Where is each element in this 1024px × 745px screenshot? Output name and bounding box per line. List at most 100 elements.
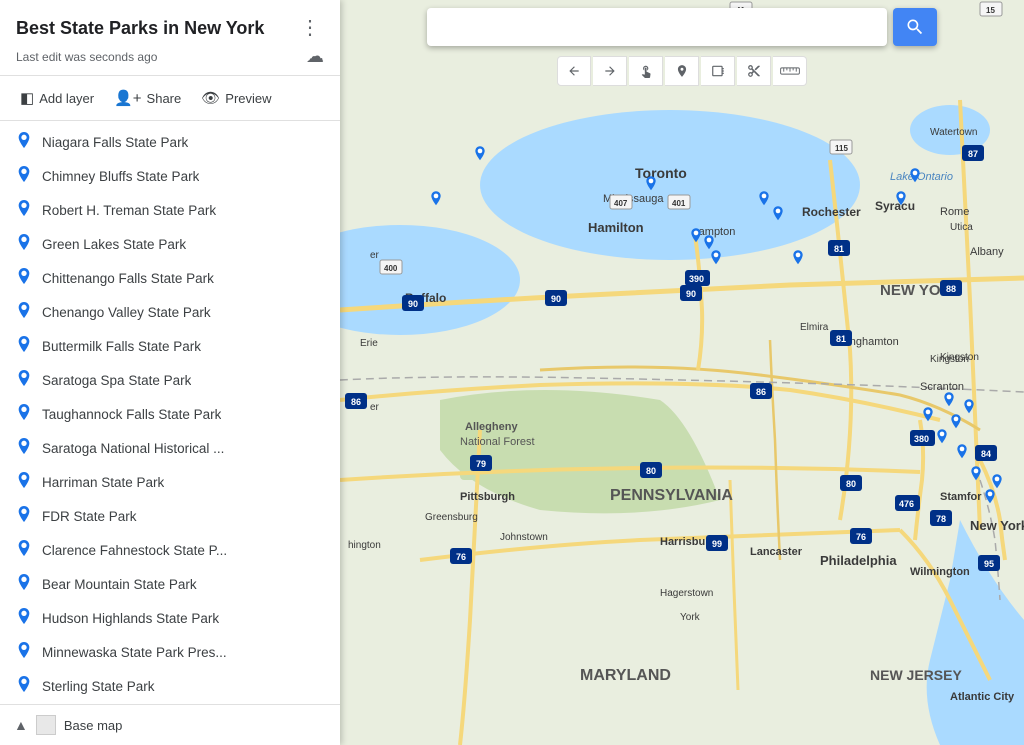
pin-icon (16, 200, 32, 220)
map-pin[interactable] (709, 250, 723, 268)
pin-icon (16, 268, 32, 288)
park-name: Saratoga National Historical ... (42, 441, 224, 456)
svg-text:79: 79 (476, 459, 486, 469)
base-map-expand-button[interactable]: ▲ (14, 717, 28, 733)
svg-text:Stamfor: Stamfor (940, 491, 982, 503)
pin-icon (16, 506, 32, 526)
map-pin[interactable] (962, 399, 976, 417)
svg-text:Rochester: Rochester (802, 205, 861, 219)
map-pin[interactable] (644, 176, 658, 194)
map-pin[interactable] (894, 191, 908, 209)
park-list-item[interactable]: Saratoga National Historical ... (0, 431, 340, 465)
svg-text:380: 380 (914, 434, 929, 444)
pin-icon (16, 472, 32, 492)
park-list-item[interactable]: Harriman State Park (0, 465, 340, 499)
park-list-item[interactable]: Niagara Falls State Park (0, 125, 340, 159)
svg-text:78: 78 (936, 514, 946, 524)
share-label: Share (147, 91, 182, 106)
map-pin[interactable] (908, 168, 922, 186)
park-list-item[interactable]: Hudson Highlands State Park (0, 601, 340, 635)
park-list-item[interactable]: Robert H. Treman State Park (0, 193, 340, 227)
map-pin[interactable] (689, 228, 703, 246)
pin-icon (16, 404, 32, 424)
preview-button[interactable]: 👁 Preview (193, 84, 279, 112)
svg-text:81: 81 (836, 334, 846, 344)
svg-text:80: 80 (646, 466, 656, 476)
park-list-item[interactable]: Chenango Valley State Park (0, 295, 340, 329)
map-pin[interactable] (757, 191, 771, 209)
park-list-item[interactable]: Bear Mountain State Park (0, 567, 340, 601)
svg-text:PENNSYLVANIA: PENNSYLVANIA (610, 487, 733, 504)
add-layer-button[interactable]: ◧ Add layer (12, 84, 102, 112)
map-pin[interactable] (955, 444, 969, 462)
svg-text:Elmira: Elmira (800, 322, 829, 333)
svg-text:87: 87 (968, 149, 978, 159)
svg-text:Erie: Erie (360, 338, 378, 349)
svg-text:Atlantic City: Atlantic City (950, 691, 1015, 703)
park-name: Sterling State Park (42, 679, 155, 694)
svg-text:hington: hington (348, 540, 381, 551)
park-list-item[interactable]: Buttermilk Falls State Park (0, 329, 340, 363)
svg-text:95: 95 (984, 559, 994, 569)
park-list-item[interactable]: Chimney Bluffs State Park (0, 159, 340, 193)
map-pin[interactable] (949, 414, 963, 432)
park-list-item[interactable]: Clarence Fahnestock State P... (0, 533, 340, 567)
share-button[interactable]: 👤+ Share (106, 84, 189, 112)
svg-text:90: 90 (686, 289, 696, 299)
forward-button[interactable] (593, 56, 627, 86)
park-name: Saratoga Spa State Park (42, 373, 191, 388)
park-list-item[interactable]: Minnewaska State Park Pres... (0, 635, 340, 669)
map-pin[interactable] (969, 466, 983, 484)
pin-icon (16, 642, 32, 662)
svg-text:86: 86 (351, 397, 361, 407)
park-name: Robert H. Treman State Park (42, 203, 216, 218)
svg-text:84: 84 (981, 449, 991, 459)
map-background: Toronto Mississauga Hamilton Buffalo ram… (340, 0, 1024, 745)
svg-text:Rome: Rome (940, 206, 969, 218)
park-name: Bear Mountain State Park (42, 577, 197, 592)
three-dot-menu-button[interactable]: ⋮ (296, 14, 324, 42)
park-name: Green Lakes State Park (42, 237, 186, 252)
map-pin[interactable] (990, 474, 1004, 492)
park-list-item[interactable]: Taughannock Falls State Park (0, 397, 340, 431)
draw-line-button[interactable] (701, 56, 735, 86)
map-pin[interactable] (791, 250, 805, 268)
map-search-button[interactable] (893, 8, 937, 46)
pin-icon (16, 608, 32, 628)
map-nav-toolbar (340, 56, 1024, 86)
map-area[interactable]: Toronto Mississauga Hamilton Buffalo ram… (340, 0, 1024, 745)
park-name: Hudson Highlands State Park (42, 611, 219, 626)
sidebar-subtitle: Last edit was seconds ago (16, 50, 157, 64)
cut-tool-button[interactable] (737, 56, 771, 86)
ruler-button[interactable] (773, 56, 807, 86)
park-list: Niagara Falls State Park Chimney Bluffs … (0, 121, 340, 704)
svg-text:Greensburg: Greensburg (425, 512, 478, 523)
park-list-item[interactable]: FDR State Park (0, 499, 340, 533)
map-search-input[interactable] (427, 8, 887, 46)
sidebar: Best State Parks in New York ⋮ Last edit… (0, 0, 340, 745)
svg-text:Wilmington: Wilmington (910, 566, 970, 578)
svg-text:er: er (370, 250, 380, 261)
pin-icon (16, 676, 32, 696)
pin-tool-button[interactable] (665, 56, 699, 86)
park-list-item[interactable]: Chittenango Falls State Park (0, 261, 340, 295)
map-pin[interactable] (771, 206, 785, 224)
map-pin[interactable] (942, 392, 956, 410)
svg-text:Lancaster: Lancaster (750, 546, 803, 558)
map-pin[interactable] (429, 191, 443, 209)
svg-text:er: er (370, 402, 380, 413)
sidebar-footer: ▲ Base map (0, 704, 340, 745)
map-pin[interactable] (473, 146, 487, 164)
hand-tool-button[interactable] (629, 56, 663, 86)
park-list-item[interactable]: Sterling State Park (0, 669, 340, 703)
park-name: Harriman State Park (42, 475, 164, 490)
svg-text:401: 401 (672, 199, 686, 208)
map-pin[interactable] (935, 429, 949, 447)
map-pin[interactable] (921, 407, 935, 425)
sidebar-title: Best State Parks in New York (16, 18, 264, 39)
svg-text:80: 80 (846, 479, 856, 489)
search-icon (905, 17, 925, 37)
park-list-item[interactable]: Saratoga Spa State Park (0, 363, 340, 397)
back-button[interactable] (557, 56, 591, 86)
park-list-item[interactable]: Green Lakes State Park (0, 227, 340, 261)
